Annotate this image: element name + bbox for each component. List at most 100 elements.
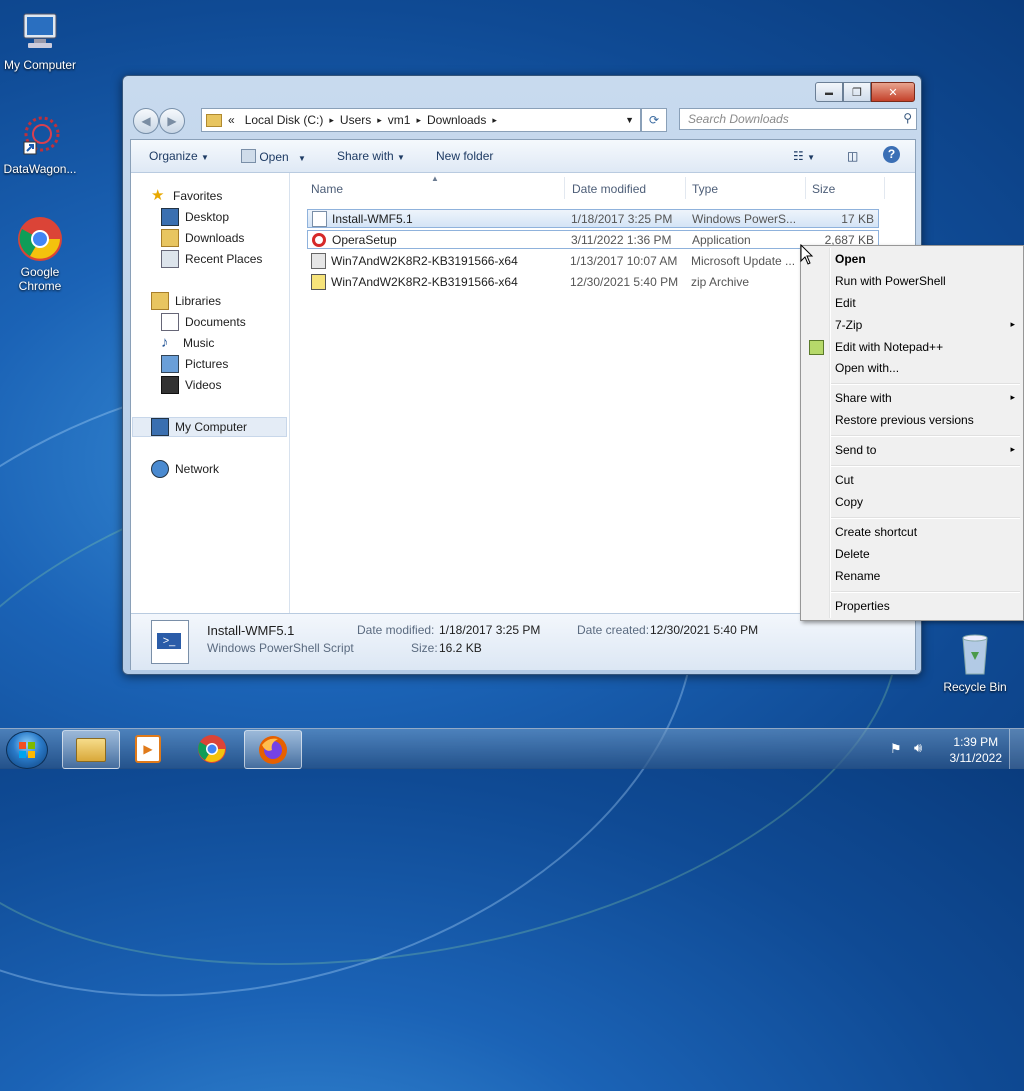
breadcrumb-item[interactable]: Local Disk (C:)	[245, 113, 324, 127]
column-separator[interactable]	[805, 177, 806, 199]
open-button[interactable]: Open ▼	[241, 149, 306, 164]
desktop-icon-google-chrome[interactable]: Google Chrome	[0, 215, 80, 293]
menu-item-share-with[interactable]: Share with	[835, 388, 1015, 408]
taskbar-chrome-button[interactable]	[184, 730, 240, 767]
breadcrumb-item[interactable]: Users	[340, 113, 371, 127]
menu-item-7zip[interactable]: 7-Zip	[835, 315, 1015, 335]
refresh-icon[interactable]: ⟳	[641, 108, 667, 132]
view-options-icon[interactable]: ☷ ▼	[793, 149, 815, 163]
nav-network[interactable]: Network	[151, 459, 219, 479]
firefox-icon	[259, 735, 287, 764]
menu-item-properties[interactable]: Properties	[835, 596, 890, 616]
menu-item-delete[interactable]: Delete	[835, 544, 870, 564]
nav-libraries[interactable]: Libraries	[151, 291, 221, 311]
sort-indicator-icon: ▲	[431, 174, 439, 183]
breadcrumb-item[interactable]: vm1	[388, 113, 411, 127]
nav-my-computer[interactable]: My Computer	[132, 417, 287, 437]
desktop-icon-recycle-bin[interactable]: Recycle Bin	[935, 630, 1015, 694]
address-dropdown-icon[interactable]: ▼	[625, 115, 634, 125]
breadcrumb-item[interactable]: Downloads	[427, 113, 486, 127]
share-with-button[interactable]: Share with ▼	[337, 149, 405, 163]
details-modified: 1/18/2017 3:25 PM	[439, 623, 541, 637]
recycle-bin-icon	[951, 630, 999, 678]
file-row[interactable]: Install-WMF5.1 1/18/2017 3:25 PM Windows…	[307, 209, 879, 228]
search-input[interactable]: Search Downloads ⚲	[679, 108, 917, 130]
show-desktop-button[interactable]	[1009, 729, 1024, 769]
new-folder-button[interactable]: New folder	[436, 149, 493, 163]
volume-icon[interactable]: 🔊︎	[914, 740, 922, 756]
menu-item-restore-previous-versions[interactable]: Restore previous versions	[835, 410, 974, 430]
desktop-icon-my-computer[interactable]: My Computer	[0, 8, 80, 72]
start-button[interactable]	[6, 731, 48, 769]
file-row[interactable]: OperaSetup 3/11/2022 1:36 PM Application…	[307, 230, 879, 249]
file-row[interactable]: Win7AndW2K8R2-KB3191566-x64 12/30/2021 5…	[307, 272, 879, 291]
column-separator[interactable]	[564, 177, 565, 199]
nav-videos[interactable]: Videos	[161, 375, 221, 395]
nav-desktop[interactable]: Desktop	[161, 207, 229, 227]
menu-item-open-with[interactable]: Open with...	[835, 358, 899, 378]
back-button[interactable]: ◀	[133, 108, 159, 134]
pictures-icon	[161, 355, 179, 373]
breadcrumb-sep[interactable]: ▸	[492, 115, 497, 126]
command-bar: Organize ▼ Open ▼ Share with ▼ New folde…	[131, 140, 915, 173]
forward-button[interactable]: ▶	[159, 108, 185, 134]
explorer-content: Organize ▼ Open ▼ Share with ▼ New folde…	[130, 139, 916, 670]
column-header-type[interactable]: Type	[692, 182, 718, 196]
file-type: Windows PowerS...	[692, 211, 797, 226]
details-modified-label: Date modified:	[357, 623, 435, 637]
details-file-name: Install-WMF5.1	[207, 623, 295, 638]
details-file-type: Windows PowerShell Script	[207, 641, 354, 655]
column-header-name[interactable]: Name	[311, 182, 343, 196]
minimize-button[interactable]: ▬	[815, 82, 843, 102]
organize-button[interactable]: Organize ▼	[149, 149, 209, 163]
address-bar[interactable]: « Local Disk (C:) ▸ Users ▸ vm1 ▸ Downlo…	[201, 108, 641, 132]
breadcrumb-sep[interactable]: ▸	[377, 115, 382, 126]
nav-favorites[interactable]: ★ Favorites	[151, 186, 222, 206]
menu-item-send-to[interactable]: Send to	[835, 440, 1015, 460]
desktop-icon-datawagon[interactable]: DataWagon...	[0, 112, 80, 176]
menu-separator	[831, 383, 1020, 385]
msu-icon	[311, 252, 326, 269]
menu-item-run-with-powershell[interactable]: Run with PowerShell	[835, 271, 946, 291]
maximize-button[interactable]: ❐	[843, 82, 871, 102]
breadcrumb-overflow[interactable]: «	[228, 113, 235, 127]
context-menu: Open Run with PowerShell Edit 7-Zip ▸ Ed…	[800, 245, 1024, 621]
taskbar: ▶ ⚑ 🔊︎ 1:39 PM 3/11/2022	[0, 728, 1024, 769]
taskbar-firefox-button[interactable]	[244, 730, 302, 769]
nav-documents[interactable]: Documents	[161, 312, 246, 332]
documents-icon	[161, 313, 179, 331]
menu-item-edit-with-notepad[interactable]: Edit with Notepad++	[835, 337, 943, 357]
breadcrumb-sep[interactable]: ▸	[329, 115, 334, 126]
search-icon[interactable]: ⚲	[903, 111, 912, 125]
action-center-icon[interactable]: ⚑	[890, 741, 902, 757]
file-row[interactable]: Win7AndW2K8R2-KB3191566-x64 1/13/2017 10…	[307, 251, 879, 270]
menu-item-rename[interactable]: Rename	[835, 566, 880, 586]
submenu-arrow-icon: ▸	[1010, 392, 1015, 402]
nav-music[interactable]: ♪ Music	[161, 333, 214, 353]
column-header-date[interactable]: Date modified	[572, 182, 646, 196]
details-created-label: Date created:	[577, 623, 650, 637]
desktop-icon-label: Google Chrome	[18, 265, 62, 293]
menu-item-open[interactable]: Open	[835, 249, 866, 269]
menu-item-copy[interactable]: Copy	[835, 492, 863, 512]
menu-item-cut[interactable]: Cut	[835, 470, 854, 490]
menu-item-edit[interactable]: Edit	[835, 293, 856, 313]
close-button[interactable]: ✕	[871, 82, 915, 102]
search-placeholder: Search Downloads	[688, 112, 789, 126]
taskbar-media-player-button[interactable]: ▶	[120, 730, 176, 767]
menu-item-create-shortcut[interactable]: Create shortcut	[835, 522, 917, 542]
column-header-size[interactable]: Size	[812, 182, 835, 196]
column-separator[interactable]	[884, 177, 885, 199]
help-icon[interactable]: ?	[883, 146, 900, 163]
breadcrumb-sep[interactable]: ▸	[416, 115, 421, 126]
column-separator[interactable]	[685, 177, 686, 199]
taskbar-explorer-button[interactable]	[62, 730, 120, 769]
chrome-icon	[16, 215, 64, 263]
nav-recent-places[interactable]: Recent Places	[161, 249, 262, 269]
downloads-folder-icon	[161, 229, 179, 247]
system-clock[interactable]: 1:39 PM 3/11/2022	[950, 734, 1003, 766]
nav-pictures[interactable]: Pictures	[161, 354, 228, 374]
nav-downloads[interactable]: Downloads	[161, 228, 244, 248]
details-size: 16.2 KB	[439, 641, 482, 655]
preview-pane-icon[interactable]: ◫	[847, 149, 858, 163]
